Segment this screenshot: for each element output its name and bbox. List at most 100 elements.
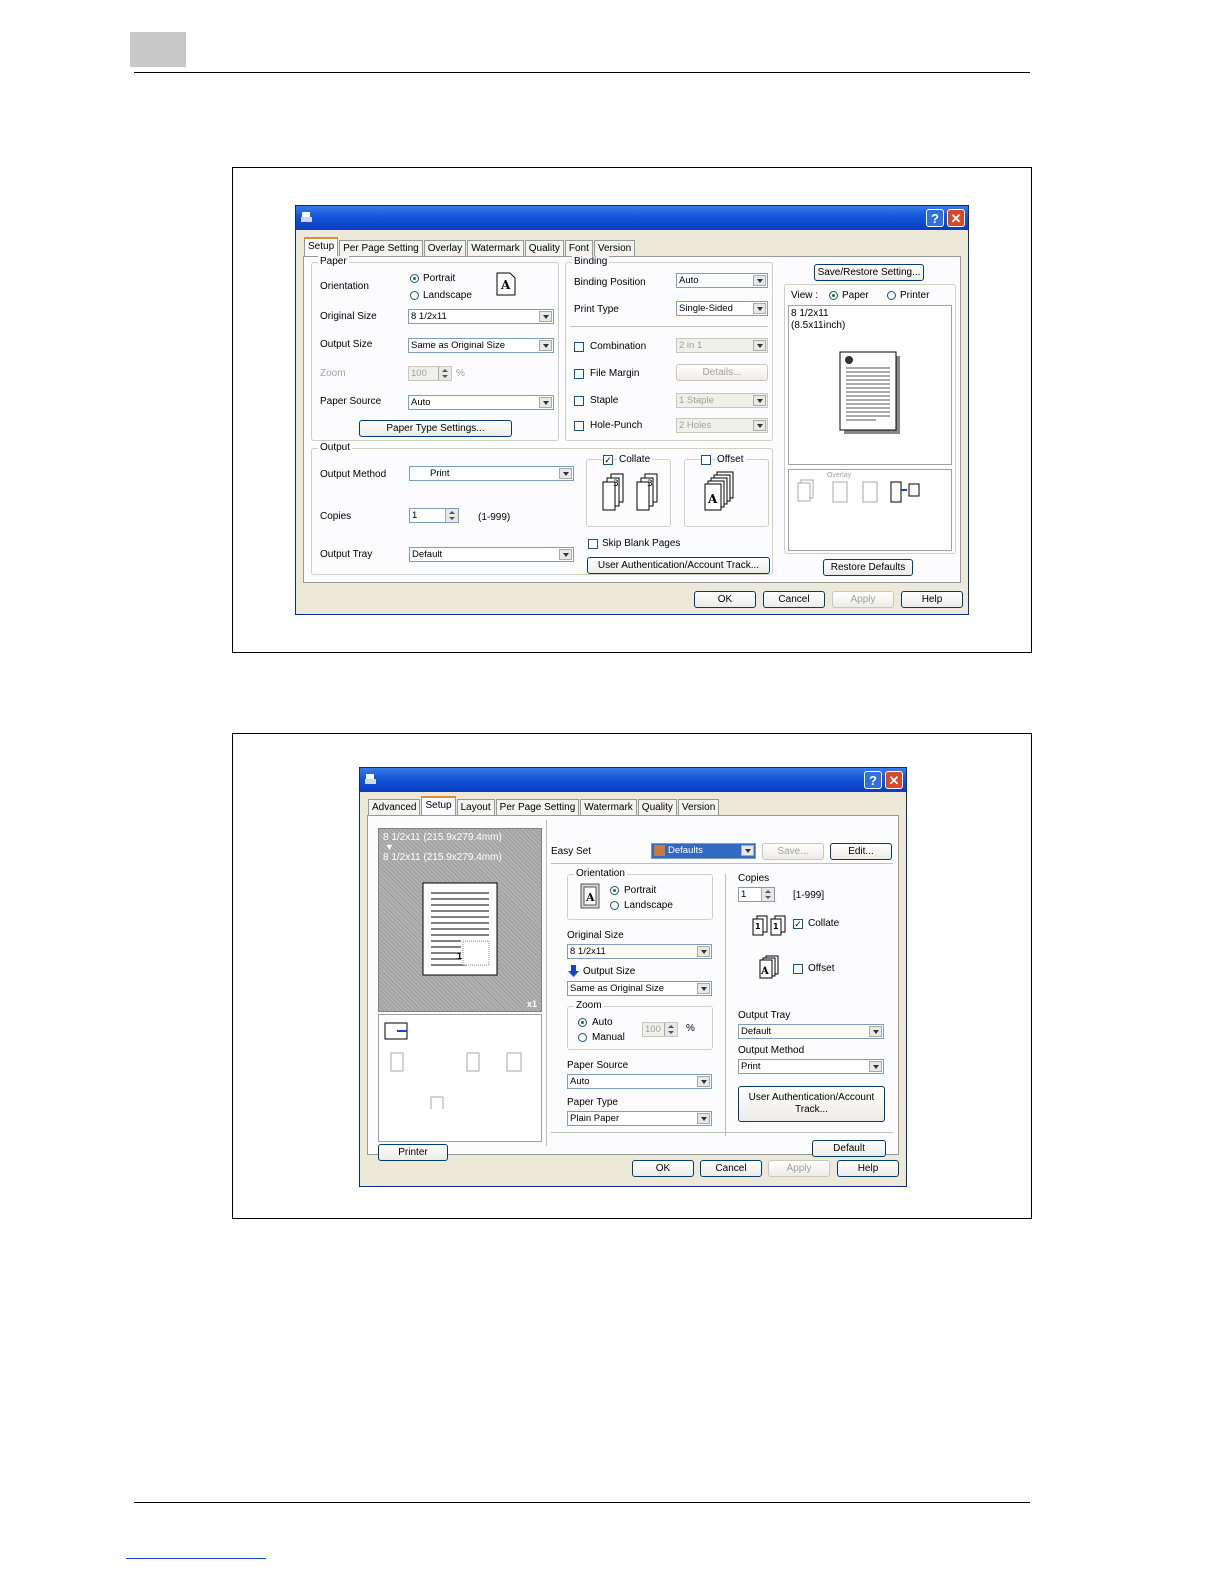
hole-punch-checkbox[interactable] [574, 421, 584, 431]
cancel-button[interactable]: Cancel [700, 1160, 762, 1177]
print-type-select[interactable]: Single-Sided [676, 301, 768, 316]
tab-version[interactable]: Version [677, 799, 720, 815]
help-title-button[interactable]: ? [926, 209, 944, 227]
paper-source-label: Paper Source [320, 396, 382, 407]
combination-select[interactable]: 2 in 1 [676, 338, 768, 353]
edit-button[interactable]: Edit... [830, 843, 892, 860]
orientation-group: Orientation A Portrait Landscape [567, 868, 713, 920]
cancel-button[interactable]: Cancel [763, 591, 825, 608]
offset-checkbox[interactable] [701, 455, 711, 465]
binding-position-select[interactable]: Auto [676, 273, 768, 288]
copies-range: [1-999] [793, 890, 825, 901]
landscape-radio[interactable] [610, 901, 619, 910]
tab-watermark[interactable]: Watermark [580, 799, 637, 815]
zoom-manual-radio[interactable] [578, 1033, 587, 1042]
default-button[interactable]: Default [812, 1140, 886, 1157]
collate-checkbox[interactable]: ✓ [603, 455, 613, 465]
svg-text:A: A [500, 278, 511, 292]
output-method-select[interactable]: Print [409, 466, 574, 481]
binding-group: Binding Binding Position Auto Print Type… [565, 256, 773, 441]
preview-copy-count: x1 [526, 999, 537, 1009]
close-title-button[interactable]: ✕ [885, 771, 903, 789]
portrait-radio[interactable] [610, 886, 619, 895]
portrait-page-icon: A [496, 272, 516, 296]
page-layout-preview: 8 1/2x11 (215.9x279.4mm) ▼ 8 1/2x11 (215… [378, 828, 542, 1012]
tab-version[interactable]: Version [593, 240, 636, 256]
down-arrow-icon [568, 965, 579, 977]
help-title-button[interactable]: ? [864, 771, 882, 789]
tab-advanced[interactable]: Advanced [368, 799, 421, 815]
tab-font[interactable]: Font [564, 240, 593, 256]
original-size-select[interactable]: 8 1/2x11 [408, 309, 554, 324]
offset-box: Offset A [684, 454, 769, 527]
combination-checkbox[interactable] [574, 342, 584, 352]
output-size-select[interactable]: Same as Original Size [408, 338, 554, 353]
easy-set-select[interactable]: Defaults [651, 843, 756, 859]
zoom-manual-label: Manual [592, 1032, 625, 1043]
paper-type-settings-button[interactable]: Paper Type Settings... [359, 420, 512, 437]
collate-checkbox[interactable]: ✓ [793, 919, 803, 929]
paper-type-select[interactable]: Plain Paper [567, 1111, 712, 1126]
ok-button[interactable]: OK [694, 591, 756, 608]
view-printer-radio[interactable] [887, 291, 896, 300]
footer-rule [134, 1502, 1030, 1503]
tab-layout[interactable]: Layout [456, 799, 495, 815]
tab-quality[interactable]: Quality [637, 799, 677, 815]
user-auth-button[interactable]: User Authentication/Account Track... [738, 1086, 885, 1122]
output-tray-select[interactable]: Default [738, 1024, 884, 1039]
output-tray-select[interactable]: Default [409, 547, 574, 562]
output-size-select[interactable]: Same as Original Size [567, 981, 712, 996]
save-restore-button[interactable]: Save/Restore Setting... [814, 264, 924, 281]
ok-button[interactable]: OK [632, 1160, 694, 1177]
staple-checkbox[interactable] [574, 396, 584, 406]
tab-per-page-setting[interactable]: Per Page Setting [495, 799, 580, 815]
user-auth-button[interactable]: User Authentication/Account Track... [587, 557, 770, 574]
tab-watermark[interactable]: Watermark [467, 240, 524, 256]
portrait-label: Portrait [423, 273, 456, 284]
printer-preview-pane: Overlay [788, 469, 952, 551]
tab-per-page-setting[interactable]: Per Page Setting [339, 240, 423, 256]
apply-button[interactable]: Apply [832, 591, 894, 608]
details-button[interactable]: Details... [676, 364, 768, 381]
save-button[interactable]: Save... [762, 843, 824, 860]
file-margin-checkbox[interactable] [574, 369, 584, 379]
tab-panel: Paper Orientation Portrait Landscape A O… [303, 256, 961, 583]
title-bar: ? ✕ [296, 206, 968, 230]
original-size-select[interactable]: 8 1/2x11 [567, 944, 712, 959]
file-margin-label: File Margin [590, 368, 640, 379]
copies-spinner[interactable]: 1 [738, 887, 775, 902]
close-title-button[interactable]: ✕ [947, 209, 965, 227]
printer-function-icons-2 [384, 1022, 522, 1109]
landscape-radio[interactable] [410, 291, 419, 300]
printer-button[interactable]: Printer [378, 1144, 448, 1161]
zoom-spinner[interactable]: 100 [408, 366, 452, 381]
zoom-auto-radio[interactable] [578, 1018, 587, 1027]
copies-spinner[interactable]: 1 [409, 508, 459, 523]
preview-original-size: 8 1/2x11 (215.9x279.4mm) [383, 832, 502, 843]
paper-source-select[interactable]: Auto [567, 1074, 712, 1089]
apply-button[interactable]: Apply [768, 1160, 830, 1177]
zoom-spinner[interactable]: 100 [642, 1022, 678, 1037]
tab-setup[interactable]: Setup [304, 237, 339, 257]
staple-label: Staple [590, 395, 619, 406]
output-method-select[interactable]: Print [738, 1059, 884, 1074]
tab-overlay[interactable]: Overlay [423, 240, 467, 256]
portrait-radio[interactable] [410, 274, 419, 283]
help-button[interactable]: Help [837, 1160, 899, 1177]
hole-punch-select[interactable]: 2 Holes [676, 418, 768, 433]
skip-blank-checkbox[interactable] [588, 539, 598, 549]
paper-source-select[interactable]: Auto [408, 395, 554, 410]
print-settings-dialog-2: ? ✕ Advanced Setup Layout Per Page Setting W… [359, 767, 907, 1187]
tab-quality[interactable]: Quality [524, 240, 564, 256]
view-paper-radio[interactable] [829, 291, 838, 300]
offset-checkbox[interactable] [793, 964, 803, 974]
tab-setup[interactable]: Setup [421, 796, 456, 816]
zoom-unit: % [686, 1023, 695, 1034]
restore-defaults-button[interactable]: Restore Defaults [823, 559, 913, 576]
staple-select[interactable]: 1 Staple [676, 393, 768, 408]
svg-text:1: 1 [773, 922, 779, 931]
offset-label: Offset [808, 963, 835, 974]
collate-icon: 33 [602, 473, 658, 511]
help-button[interactable]: Help [901, 591, 963, 608]
title-bar-2: ? ✕ [360, 768, 906, 792]
